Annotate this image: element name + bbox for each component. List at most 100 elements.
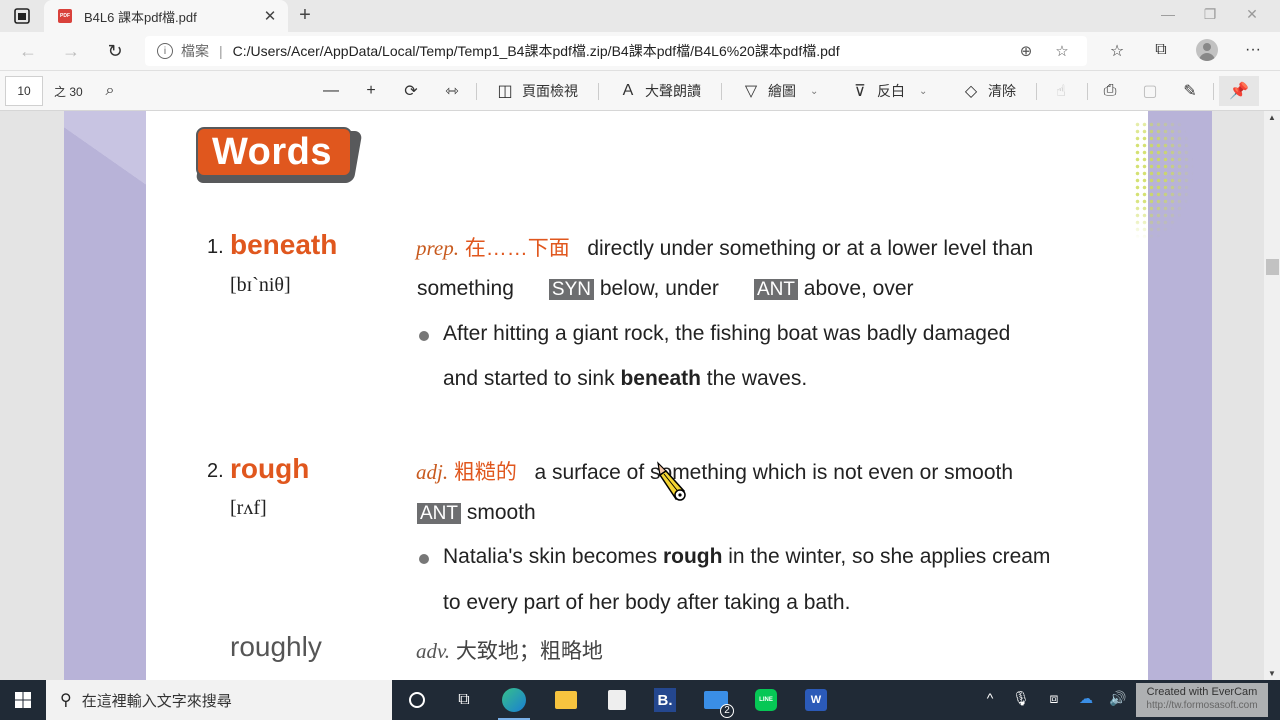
page-decor-right (1134, 111, 1212, 680)
example-text: the waves. (700, 367, 808, 390)
pdf-viewport[interactable]: Words 1. beneath [bɪˋniθ] prep. 在……下面 di… (0, 111, 1264, 680)
add-favorite-icon[interactable]: ☆ (1051, 42, 1073, 60)
divider (721, 83, 722, 100)
erase-button[interactable]: ◇ 清除 (960, 80, 1016, 102)
definition-line: prep. 在……下面 directly under something or … (416, 232, 1033, 262)
print-icon: ⎙ (1103, 82, 1117, 99)
part-of-speech: prep. (416, 236, 459, 260)
definition: a surface of something which is not even… (534, 461, 1014, 484)
read-aloud-label: 大聲朗讀 (645, 83, 701, 99)
zoom-icon[interactable]: ⊕ (1015, 42, 1037, 60)
minimize-button[interactable]: — (1158, 6, 1178, 22)
example-text: in the winter, so she applies cream (722, 545, 1051, 568)
close-tab-icon[interactable]: ✕ (260, 7, 280, 25)
file-scheme-label: 檔案 (181, 43, 209, 59)
zoom-in-button[interactable]: + (360, 80, 382, 102)
file-explorer-app[interactable] (552, 686, 580, 714)
divider (598, 83, 599, 100)
navigation-bar: ← → ↻ i 檔案 | C:/Users/Acer/AppData/Local… (0, 32, 1280, 70)
search-placeholder: 在這裡輸入文字來搜尋 (81, 692, 232, 710)
more-icon[interactable]: ··· (1242, 41, 1264, 59)
syn-tag: SYN (548, 279, 594, 300)
edge-app[interactable] (498, 686, 530, 720)
page-view-button[interactable]: ◫ 頁面檢視 (494, 80, 578, 102)
highlight-button[interactable]: ⊽ 反白 ⌄ (849, 80, 927, 102)
task-view-icon: ⧉ (458, 691, 470, 708)
scroll-down-icon[interactable]: ▼ (1268, 669, 1276, 678)
b-app[interactable]: B. (651, 686, 679, 714)
taskbar: ⚲ 在這裡輸入文字來搜尋 ⧉ B. 2 LINE W ^ 🎙 ⧈ ☁ 🔊 (0, 680, 1280, 720)
scrollbar-thumb[interactable] (1266, 259, 1279, 275)
mail-badge: 2 (720, 704, 734, 718)
definition-line: adj. 粗糙的 a surface of something which is… (416, 456, 1013, 486)
print-button[interactable]: ⎙ (1099, 80, 1121, 102)
page-number-input[interactable]: 10 (5, 76, 43, 106)
example-line: and started to sink beneath the waves. (443, 367, 807, 391)
highlight-label: 反白 (877, 83, 905, 99)
volume-icon[interactable]: 🔊 (1108, 690, 1128, 707)
part-of-speech: adv. (416, 639, 451, 663)
chinese-meaning: 粗糙的 (453, 461, 517, 484)
cortana-button[interactable] (403, 686, 431, 714)
taskbar-search[interactable]: ⚲ 在這裡輸入文字來搜尋 (46, 680, 392, 720)
onedrive-icon[interactable]: ☁ (1076, 690, 1096, 707)
search-button[interactable]: ⌕ (99, 80, 121, 102)
restore-button[interactable]: ❐ (1200, 6, 1220, 23)
back-button[interactable]: ← (17, 40, 39, 62)
page-total: 之 30 (54, 85, 83, 99)
save-button[interactable]: ▢ (1139, 80, 1161, 102)
word-app[interactable]: W (802, 686, 830, 714)
meet-now-icon[interactable]: ⧈ (1044, 690, 1064, 707)
eraser-icon: ◇ (964, 83, 978, 100)
chevron-down-icon[interactable]: ⌄ (810, 86, 818, 97)
mail-app[interactable]: 2 (702, 686, 734, 718)
forward-button[interactable]: → (60, 40, 82, 62)
watermark-url: http://tw.formosasoft.com (1146, 700, 1258, 711)
zoom-out-button[interactable]: — (320, 80, 342, 102)
bullet (419, 554, 429, 564)
touch-mode-button[interactable]: ☝ (1050, 80, 1072, 102)
url-text[interactable]: C:/Users/Acer/AppData/Local/Temp/Temp1_B… (233, 41, 1015, 61)
tab-pdf[interactable]: PDF B4L6 課本pdf檔.pdf ✕ (44, 0, 288, 32)
pin-toolbar-button[interactable]: 📌 (1219, 76, 1259, 106)
tab-actions-button[interactable] (12, 7, 32, 25)
save-as-button[interactable]: ✎ (1179, 80, 1201, 102)
favorites-icon[interactable]: ☆ (1106, 41, 1128, 61)
antonyms: smooth (466, 501, 536, 524)
rotate-button[interactable]: ⟳ (400, 80, 422, 102)
save-icon: ▢ (1142, 83, 1158, 100)
read-aloud-button[interactable]: A 大聲朗讀 (617, 80, 701, 102)
divider (476, 83, 477, 100)
example-keyword: rough (662, 545, 723, 568)
chinese-meaning: 大致地；粗略地 (455, 640, 603, 663)
rotate-icon: ⟳ (404, 83, 418, 100)
store-app[interactable] (603, 686, 631, 714)
task-view-button[interactable]: ⧉ (450, 686, 478, 714)
line-app[interactable]: LINE (752, 686, 780, 714)
chevron-down-icon[interactable]: ⌄ (919, 86, 927, 97)
fit-width-button[interactable]: ⇿ (441, 80, 463, 102)
show-hidden-icons[interactable]: ^ (980, 690, 1000, 706)
store-icon (608, 690, 626, 710)
vertical-scrollbar[interactable]: ▲ ▼ (1264, 111, 1280, 680)
draw-button[interactable]: ▽ 繪圖 ⌄ (740, 80, 819, 102)
collections-icon[interactable]: ⧉ (1150, 41, 1172, 59)
ant-tag: ANT (417, 503, 461, 524)
start-button[interactable] (0, 680, 46, 720)
close-window-button[interactable]: ✕ (1242, 6, 1262, 23)
phonetic: [rʌf] (230, 497, 267, 519)
info-icon[interactable]: i (157, 43, 173, 59)
pin-icon: 📌 (1229, 83, 1249, 100)
microphone-icon[interactable]: 🎙 (1011, 690, 1031, 707)
entry-number: 1. (207, 236, 224, 258)
address-bar[interactable]: i 檔案 | C:/Users/Acer/AppData/Local/Temp/… (145, 36, 1087, 66)
tab-actions-icon (14, 8, 30, 24)
example-text: Natalia's skin becomes (443, 545, 663, 568)
avatar[interactable] (1196, 39, 1218, 61)
new-tab-button[interactable]: + (294, 4, 316, 27)
refresh-button[interactable]: ↻ (104, 40, 126, 62)
hand-icon: ☝ (1056, 83, 1066, 100)
minus-icon: — (323, 82, 339, 99)
chinese-meaning: 在……下面 (464, 237, 570, 260)
scroll-up-icon[interactable]: ▲ (1268, 113, 1276, 122)
